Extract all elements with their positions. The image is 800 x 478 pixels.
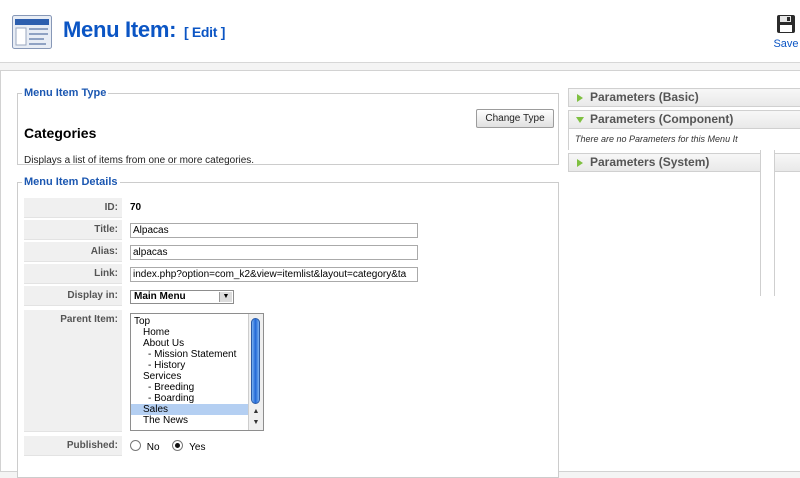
alias-label: Alias: [24, 242, 122, 262]
edit-tag: [ Edit ] [183, 24, 226, 40]
display-in-value: Main Menu [134, 291, 186, 302]
list-item[interactable]: - Boarding [131, 393, 262, 404]
list-item[interactable]: Top [131, 316, 248, 327]
display-in-label: Display in: [24, 286, 122, 306]
alias-row: Alias: alpacas [24, 242, 554, 262]
menu-item-type-legend: Menu Item Type [24, 87, 107, 99]
menu-type-name: Categories [24, 125, 97, 141]
id-value: 70 [130, 202, 142, 213]
id-row: ID: 70 [24, 198, 554, 218]
menu-item-icon [12, 15, 52, 49]
display-in-row: Display in: Main Menu ▼ [24, 286, 554, 306]
link-label: Link: [24, 264, 122, 284]
published-yes-label: Yes [189, 442, 206, 453]
published-row: Published: No Yes [24, 436, 554, 456]
list-item[interactable]: - Breeding [131, 382, 262, 393]
change-type-button[interactable]: Change Type [476, 109, 554, 128]
menu-item-type-section: Menu Item Type Change Type Categories Di… [17, 87, 559, 166]
menu-item-details-legend: Menu Item Details [24, 176, 118, 188]
scroll-down-arrow-icon[interactable]: ▼ [249, 417, 263, 428]
parameters-component-label: Parameters (Component) [590, 112, 734, 126]
published-label: Published: [24, 436, 122, 456]
alias-field[interactable]: alpacas [130, 245, 418, 260]
id-label: ID: [24, 198, 122, 218]
published-options: No Yes [130, 440, 215, 454]
parent-item-label: Parent Item: [24, 310, 122, 432]
toolbar-header: Menu Item: [ Edit ] Save [0, 0, 800, 63]
expand-arrow-icon [577, 94, 583, 102]
floppy-disk-icon [777, 15, 795, 33]
list-item-selected[interactable]: Sales [131, 404, 257, 415]
list-item[interactable]: - History [131, 360, 262, 371]
list-item[interactable]: Home [131, 327, 257, 338]
page-title-text: Menu Item: [63, 17, 177, 42]
list-item[interactable]: About Us [131, 338, 257, 349]
parameters-component-note: There are no Parameters for this Menu It [568, 129, 800, 150]
list-item[interactable]: Services [131, 371, 257, 382]
title-label: Title: [24, 220, 122, 240]
list-item[interactable]: The News [131, 415, 257, 426]
parameters-basic-label: Parameters (Basic) [590, 90, 699, 104]
parameters-system-label: Parameters (System) [590, 155, 710, 169]
page-title: Menu Item: [ Edit ] [63, 17, 225, 43]
menu-type-description: Displays a list of items from one or mor… [24, 155, 255, 166]
parent-item-listbox[interactable]: Top Home About Us - Mission Statement - … [130, 313, 264, 431]
menu-item-details-section: Menu Item Details ID: 70 Title: Alpacas … [17, 176, 559, 478]
save-button[interactable]: Save [768, 14, 800, 58]
published-no-radio[interactable] [130, 440, 141, 451]
title-field[interactable]: Alpacas [130, 223, 418, 238]
link-field[interactable]: index.php?option=com_k2&view=itemlist&la… [130, 267, 418, 282]
listbox-scroll-thumb[interactable] [251, 318, 260, 404]
parameters-basic-toggle[interactable]: Parameters (Basic) [568, 88, 800, 107]
link-row: Link: index.php?option=com_k2&view=iteml… [24, 264, 554, 284]
panel-scrollbar[interactable] [760, 150, 775, 296]
published-yes-radio[interactable] [172, 440, 184, 451]
display-in-select[interactable]: Main Menu ▼ [130, 290, 234, 304]
list-item[interactable]: - Mission Statement [131, 349, 262, 360]
expand-arrow-icon [577, 159, 583, 167]
save-label: Save [773, 38, 799, 50]
scroll-up-arrow-icon[interactable]: ▲ [249, 406, 263, 417]
listbox-scrollbar[interactable]: ▲ ▼ [248, 314, 263, 430]
parameters-component-toggle[interactable]: Parameters (Component) [568, 110, 800, 129]
chevron-down-icon: ▼ [219, 292, 232, 302]
published-no-label: No [146, 442, 160, 453]
title-row: Title: Alpacas [24, 220, 554, 240]
collapse-arrow-icon [576, 117, 584, 123]
parent-item-row: Parent Item: Top Home About Us - Mission… [24, 310, 554, 432]
